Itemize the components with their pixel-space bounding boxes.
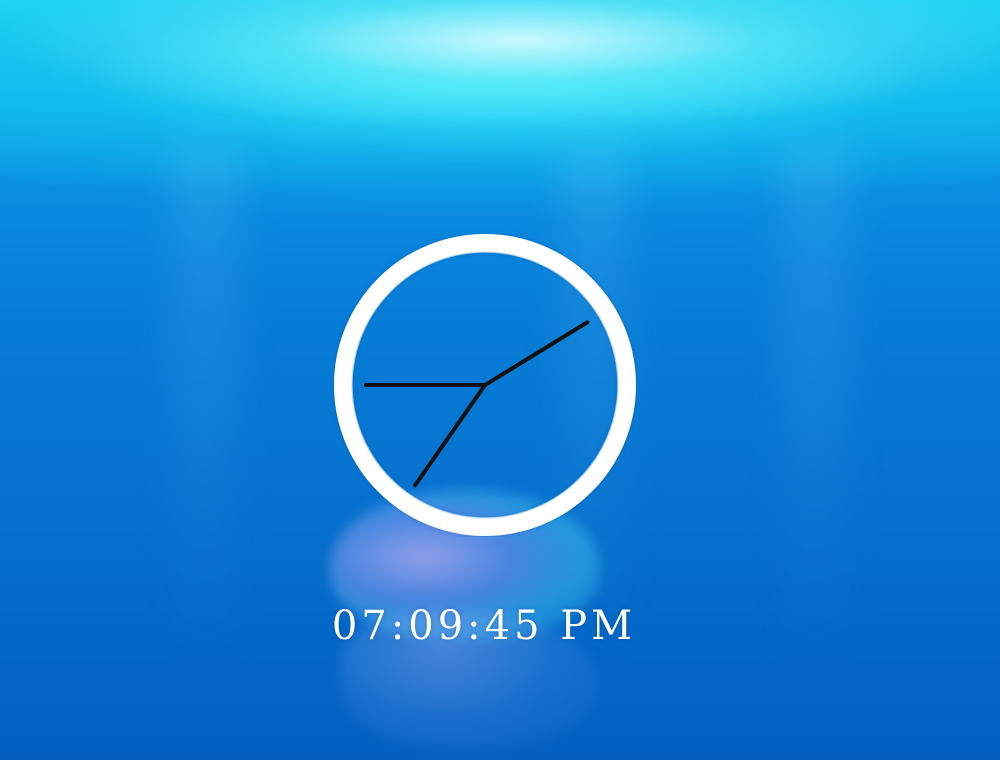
light-ray — [170, 140, 240, 660]
light-ray — [780, 140, 850, 660]
minute-hand — [483, 320, 590, 387]
digital-time-display: 07:09:45 PM — [331, 603, 637, 649]
analog-clock — [333, 233, 637, 537]
analog-clock-face — [334, 234, 636, 536]
hour-hand — [413, 383, 487, 488]
